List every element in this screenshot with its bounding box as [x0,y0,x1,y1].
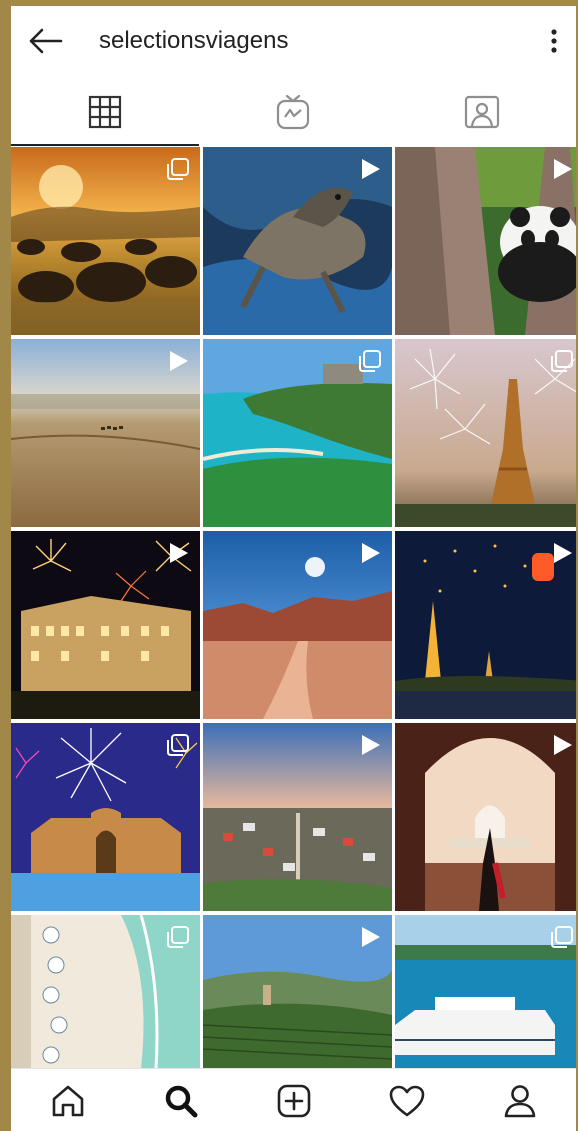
post-thumbnail[interactable] [395,339,576,527]
post-thumbnail[interactable] [395,147,576,335]
post-thumbnail[interactable] [395,531,576,719]
tab-igtv[interactable] [199,78,387,146]
post-thumbnail[interactable] [11,339,200,527]
profile-username: selectionsviagens [99,27,289,54]
add-post-icon [277,1084,310,1117]
bottom-navigation [11,1068,576,1131]
nav-home[interactable] [11,1069,124,1131]
post-thumbnail[interactable] [203,531,392,719]
active-tab-indicator [11,144,199,146]
profile-icon [504,1084,535,1117]
post-image [395,147,576,335]
grid-icon [88,95,122,129]
video-badge-icon [362,927,380,947]
igtv-icon [276,94,310,130]
carousel-badge-icon [551,926,573,948]
carousel-badge-icon [551,350,573,372]
video-badge-icon [362,735,380,755]
nav-search[interactable] [124,1069,237,1131]
video-badge-icon [554,543,572,563]
post-thumbnail[interactable] [203,723,392,911]
tab-tagged[interactable] [388,78,576,146]
profile-header: selectionsviagens [11,6,576,78]
video-badge-icon [362,159,380,179]
post-image [395,723,576,911]
post-image [395,915,576,1069]
tagged-icon [464,95,500,129]
more-options-button[interactable] [542,24,566,58]
profile-tabs [11,78,576,146]
video-badge-icon [170,351,188,371]
more-vertical-icon [551,29,557,53]
carousel-badge-icon [359,350,381,372]
post-image [395,339,576,527]
search-icon [165,1085,197,1117]
post-thumbnail[interactable] [203,147,392,335]
video-badge-icon [554,735,572,755]
post-thumbnail[interactable] [203,915,392,1069]
device-frame-left [0,0,11,1131]
video-badge-icon [362,543,380,563]
carousel-badge-icon [167,926,189,948]
post-thumbnail[interactable] [11,147,200,335]
tab-grid[interactable] [11,78,199,146]
post-thumbnail[interactable] [11,915,200,1069]
carousel-badge-icon [167,158,189,180]
nav-add-post[interactable] [237,1069,350,1131]
back-button[interactable] [25,24,65,58]
nav-activity[interactable] [350,1069,463,1131]
post-image [395,531,576,719]
nav-profile[interactable] [463,1069,576,1131]
carousel-badge-icon [167,734,189,756]
post-thumbnail[interactable] [395,915,576,1069]
post-thumbnail[interactable] [203,339,392,527]
arrow-left-icon [29,28,63,54]
video-badge-icon [554,159,572,179]
app-screen: selectionsviagens [11,6,576,1131]
video-badge-icon [170,543,188,563]
post-thumbnail[interactable] [395,723,576,911]
post-thumbnail[interactable] [11,531,200,719]
home-icon [52,1085,83,1116]
post-thumbnail[interactable] [11,723,200,911]
posts-grid [11,147,576,1069]
heart-icon [389,1085,424,1116]
